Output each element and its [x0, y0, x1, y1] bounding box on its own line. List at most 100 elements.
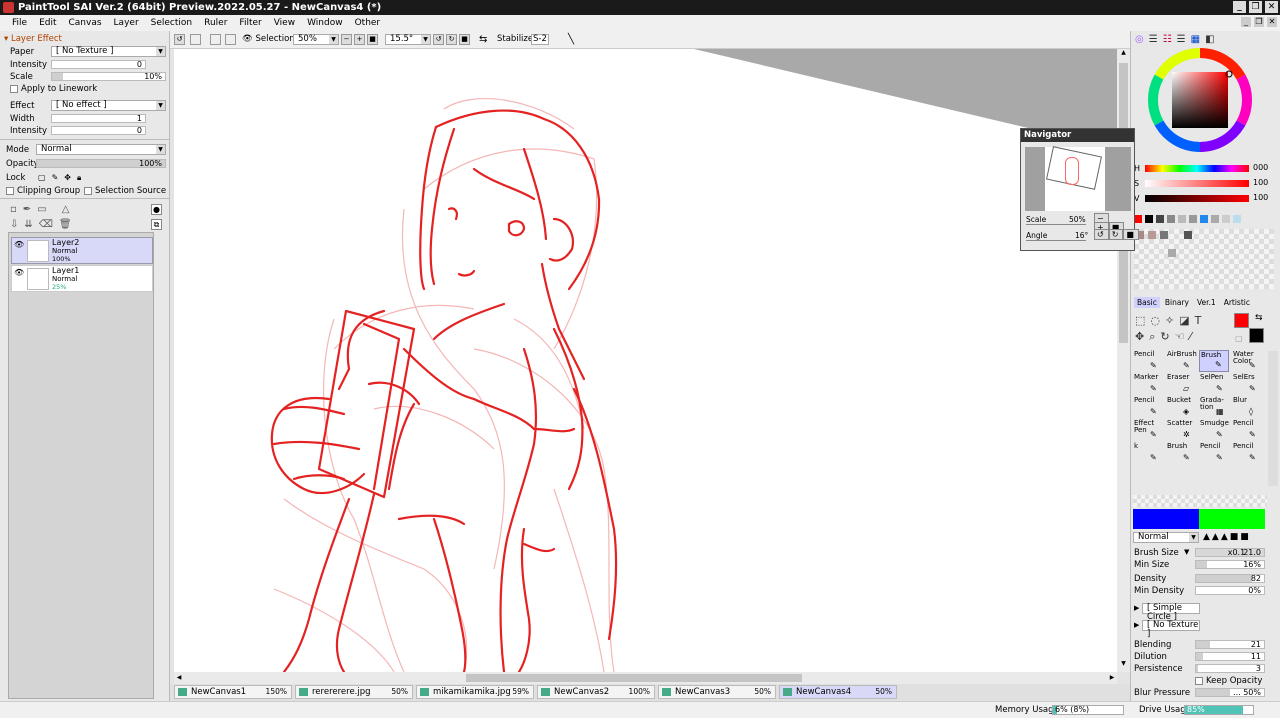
swatch[interactable]	[1211, 215, 1219, 223]
menu-view[interactable]: View	[268, 18, 301, 28]
tool-brush[interactable]: Brush ✎	[1166, 442, 1196, 464]
swatch[interactable]	[1167, 215, 1175, 223]
scratchpad-mode-icon[interactable]: ◧	[1205, 34, 1219, 45]
blend-mode-dropdown[interactable]: Normal ▼	[36, 144, 166, 155]
layer-effect-header[interactable]: ▾ Layer Effect	[4, 34, 62, 44]
tab-basic[interactable]: Basic	[1134, 297, 1160, 308]
selection-toggle[interactable]: 👁︎ Selection	[242, 34, 295, 45]
brush-size-dropdown-icon[interactable]: ▼	[1184, 548, 1189, 556]
layer-settings-icon[interactable]: ⧉	[151, 219, 162, 230]
brush-shape-dropdown[interactable]: [ Simple Circle ]	[1142, 603, 1200, 622]
rotate-left-icon[interactable]: ↺	[1094, 229, 1109, 240]
rotate-right-icon[interactable]: ↻	[1108, 229, 1124, 240]
lock-move-icon[interactable]: ✥	[64, 173, 77, 182]
tool-pencil[interactable]: Pencil ✎	[1133, 350, 1163, 372]
tool-blur[interactable]: Blur ◊	[1232, 396, 1262, 418]
saturation-slider[interactable]	[1145, 180, 1249, 187]
tool-selpen[interactable]: SelPen ✎	[1199, 373, 1229, 395]
zoom-out-icon[interactable]: −	[341, 34, 352, 45]
rotate-reset-icon[interactable]: ↺	[174, 34, 185, 45]
swatch[interactable]	[1156, 215, 1164, 223]
tool-water-color[interactable]: Water Color ✎	[1232, 350, 1262, 372]
tool-pencil[interactable]: Pencil ✎	[1232, 419, 1262, 441]
lock-paint-icon[interactable]: ✎	[52, 173, 65, 182]
clear-layer-icon[interactable]: ⌫	[39, 219, 59, 230]
scale-slider[interactable]: 10%	[51, 72, 166, 81]
min-density-slider[interactable]: 0%	[1195, 586, 1265, 595]
color-wheel[interactable]	[1145, 45, 1255, 155]
merge-down-icon[interactable]: ⇊	[24, 219, 38, 230]
apply-linework-checkbox[interactable]: Apply to Linework	[10, 84, 97, 94]
brush-blend-mode-dropdown[interactable]: Normal ▼	[1133, 532, 1199, 543]
expand-icon[interactable]: ▶	[1134, 604, 1139, 612]
menu-selection[interactable]: Selection	[145, 18, 198, 28]
menu-layer[interactable]: Layer	[108, 18, 145, 28]
panel-option-icon[interactable]: ●	[151, 204, 162, 215]
hsv-slider-mode-icon[interactable]: ☷	[1163, 34, 1177, 45]
keep-opacity-checkbox[interactable]: Keep Opacity	[1195, 676, 1262, 686]
lock-icons[interactable]: ▢✎✥🔒︎	[38, 173, 87, 183]
swatch[interactable]	[1178, 215, 1186, 223]
value-slider[interactable]	[1145, 195, 1249, 202]
scroll-left-icon[interactable]: ◀	[174, 672, 184, 684]
tab-newcanvas1[interactable]: NewCanvas1 150%	[174, 685, 292, 699]
hand-icon[interactable]: ☜	[1175, 330, 1190, 343]
layer-select-icon[interactable]: ◪	[1179, 314, 1194, 327]
selection-source-checkbox[interactable]: Selection Source	[84, 186, 166, 196]
tool-brush[interactable]: Brush ✎	[1199, 350, 1229, 372]
persistence-slider[interactable]: 3	[1195, 664, 1265, 673]
tab-newcanvas3[interactable]: NewCanvas3 50%	[658, 685, 776, 699]
tool-eraser[interactable]: Eraser ▱	[1166, 373, 1196, 395]
blending-slider[interactable]: 21	[1195, 640, 1265, 649]
mdi-restore-button[interactable]: ❐	[1254, 17, 1264, 27]
minimize-button[interactable]: _	[1233, 1, 1246, 13]
tab-newcanvas4[interactable]: NewCanvas4 50%	[779, 685, 897, 699]
tool-bucket[interactable]: Bucket ◈	[1166, 396, 1196, 418]
min-size-slider[interactable]: 16%	[1195, 560, 1265, 569]
blank-button[interactable]	[190, 34, 201, 45]
flip-icon[interactable]: ⇆	[479, 34, 487, 45]
navigator-scale-slider[interactable]	[1026, 224, 1086, 225]
expand-icon[interactable]: ▶	[1134, 621, 1139, 629]
new-linework-layer-icon[interactable]: ✒	[23, 204, 37, 215]
brush-texture-dropdown[interactable]: [ No Texture ]	[1142, 620, 1200, 639]
tool-airbrush[interactable]: AirBrush ✎	[1166, 350, 1197, 372]
navigator-preview[interactable]	[1025, 146, 1131, 211]
primary-color-swatch[interactable]	[1234, 313, 1249, 328]
tool-grid-scrollbar[interactable]	[1268, 351, 1278, 486]
scroll-right-icon[interactable]: ▶	[1107, 672, 1117, 684]
mdi-close-button[interactable]: ✕	[1267, 17, 1277, 27]
layer-item-layer1[interactable]: 👁︎ Layer1 Normal 25%	[11, 265, 153, 292]
tool-grada-tion[interactable]: Grada-tion ▦	[1199, 396, 1229, 418]
secondary-color-swatch[interactable]	[1249, 328, 1264, 343]
blank-button[interactable]	[225, 34, 236, 45]
intensity-slider[interactable]: 0	[51, 60, 146, 69]
horizontal-scroll-thumb[interactable]	[466, 674, 802, 682]
menu-filter[interactable]: Filter	[233, 18, 267, 28]
move-icon[interactable]: ✥	[1135, 330, 1149, 343]
tool-effect-pen[interactable]: Effect Pen ✎	[1133, 419, 1163, 441]
rect-select-icon[interactable]: ⬚	[1135, 314, 1150, 327]
zoom-dropdown[interactable]: 50% ▼	[293, 34, 339, 45]
clipping-group-checkbox[interactable]: Clipping Group	[6, 186, 80, 196]
tab-rerererere[interactable]: rerererere.jpg 50%	[295, 685, 413, 699]
opacity-slider[interactable]: 100%	[36, 159, 166, 168]
rotate-icon[interactable]: ↻	[1160, 330, 1174, 343]
scroll-down-icon[interactable]: ▼	[1118, 660, 1129, 670]
new-mask-icon[interactable]: △	[53, 204, 76, 215]
blank-button[interactable]	[210, 34, 221, 45]
effect-dropdown[interactable]: [ No effect ] ▼	[51, 100, 166, 111]
lock-all-icon[interactable]: 🔒︎	[77, 173, 87, 182]
blur-pressure-slider[interactable]: ... 50%	[1195, 688, 1265, 697]
tab-mikamikamika[interactable]: mikamikamika.jpg 59%	[416, 685, 534, 699]
hue-slider[interactable]	[1145, 165, 1249, 172]
paper-dropdown[interactable]: [ No Texture ] ▼	[51, 46, 166, 57]
magic-wand-icon[interactable]: ✧	[1165, 314, 1179, 327]
eye-icon[interactable]: 👁︎	[14, 268, 24, 278]
menu-file[interactable]: File	[6, 18, 33, 28]
menu-edit[interactable]: Edit	[33, 18, 62, 28]
tool-pencil[interactable]: Pencil ✎	[1232, 442, 1262, 464]
tool-selers[interactable]: SelErs ✎	[1232, 373, 1262, 395]
lasso-icon[interactable]: ◌	[1150, 314, 1165, 327]
maximize-button[interactable]: ❐	[1249, 1, 1262, 13]
